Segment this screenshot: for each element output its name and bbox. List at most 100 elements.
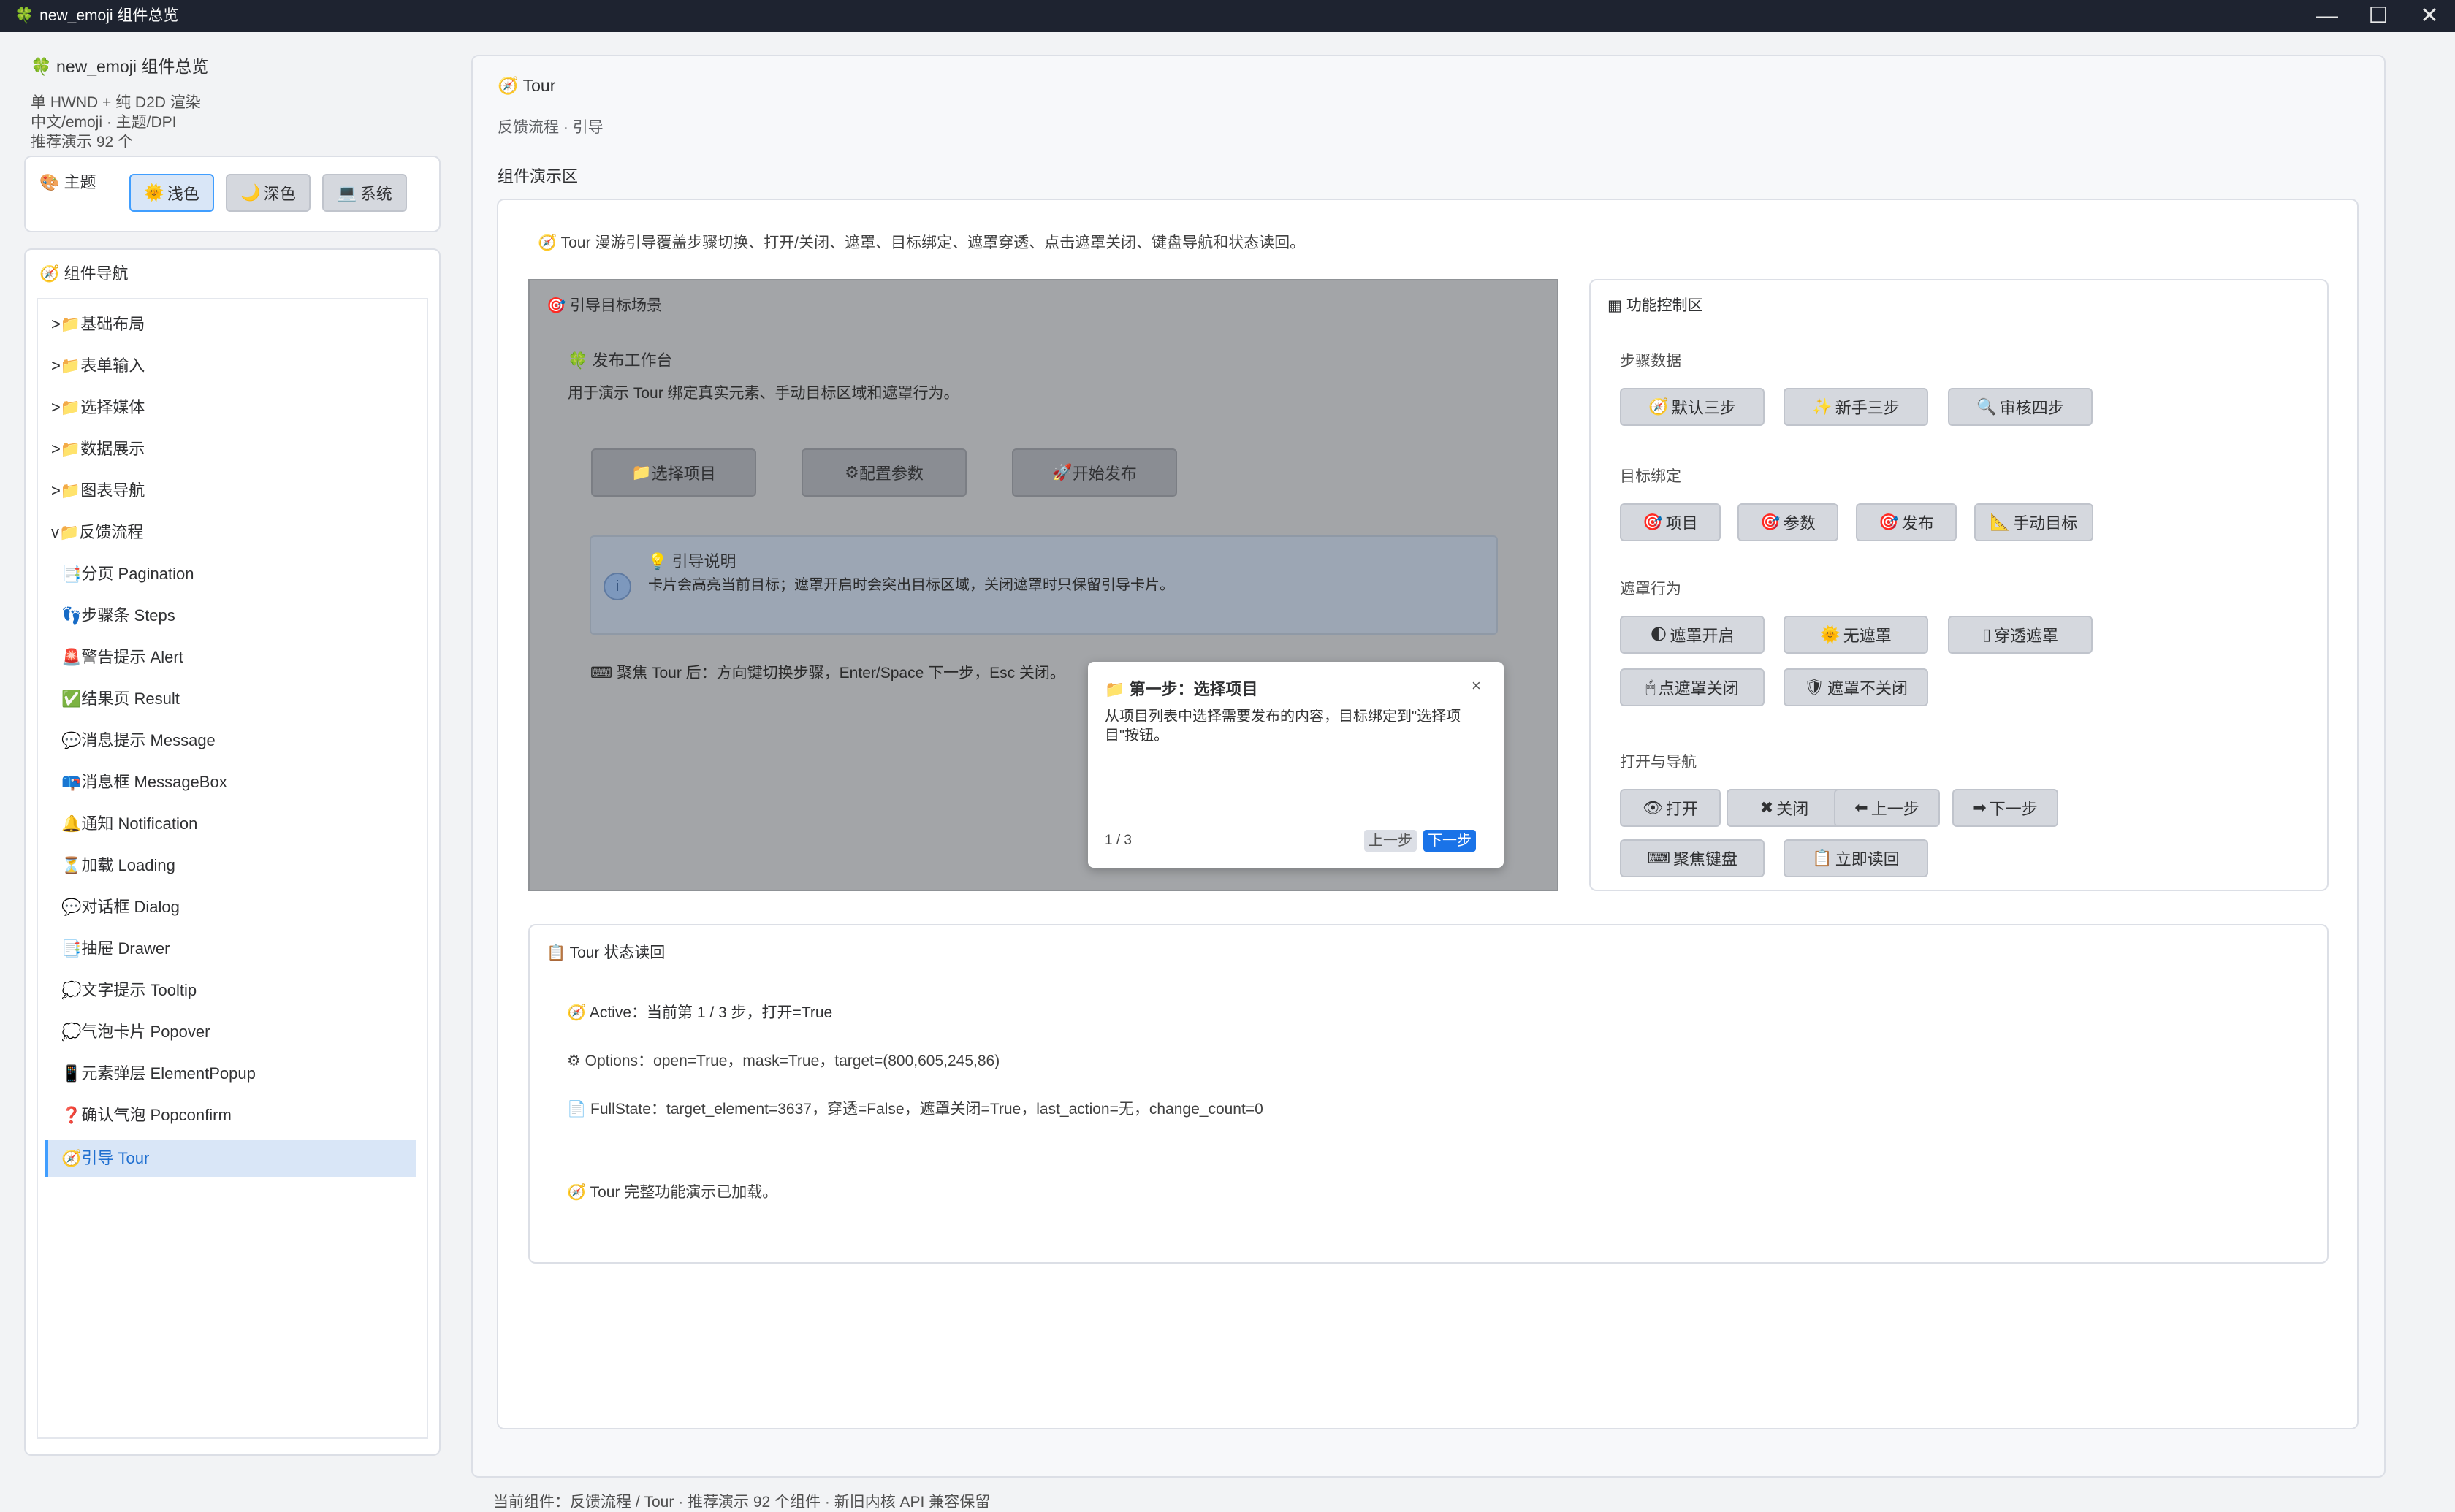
- target-publish-button[interactable]: 🎯 发布: [1856, 503, 1957, 541]
- speech-bubble-icon: 💬: [61, 731, 82, 749]
- app-title: 🍀 new_emoji 组件总览: [31, 53, 208, 77]
- open-tour-button[interactable]: 👁 打开: [1620, 789, 1721, 827]
- manual-target-button[interactable]: 📐 手动目标: [1974, 503, 2093, 541]
- nav-item-label: 消息提示 Message: [81, 731, 216, 749]
- sun-icon: 🌞: [1820, 625, 1841, 644]
- document-icon: 📄: [567, 1101, 587, 1118]
- button-label: 点遮罩关闭: [1658, 679, 1739, 698]
- start-publish-button[interactable]: 🚀 开始发布: [1012, 448, 1177, 497]
- nav-item-label: 元素弹层 ElementPopup: [81, 1064, 256, 1083]
- popover-close-button[interactable]: ×: [1472, 676, 1481, 695]
- button-label: 参数: [1783, 514, 1816, 532]
- close-window-button[interactable]: ✕: [2404, 0, 2455, 32]
- target-params-button[interactable]: 🎯 参数: [1737, 503, 1838, 541]
- footer-status: 当前组件：反馈流程 / Tour · 推荐演示 92 个组件 · 新旧内核 AP…: [493, 1494, 991, 1511]
- nav-group-select-media[interactable]: >📁选择媒体: [51, 389, 145, 426]
- theme-dark-button[interactable]: 🌙 深色: [226, 174, 311, 212]
- rectangle-icon: ▯: [1982, 625, 1992, 644]
- status-fullstate: 📄 FullState：target_element=3637，穿透=False…: [567, 1097, 1263, 1119]
- keyboard-icon: ⌨: [1647, 849, 1670, 867]
- focus-keyboard-button[interactable]: ⌨ 聚焦键盘: [1620, 839, 1765, 877]
- button-label: 发布: [1901, 514, 1934, 532]
- nav-item-elementpopup[interactable]: 📱元素弹层 ElementPopup: [61, 1055, 256, 1092]
- popover-prev-button[interactable]: 上一步: [1364, 830, 1417, 852]
- status-active-text: Active：当前第 1 / 3 步，打开=True: [589, 1004, 833, 1021]
- triangle-ruler-icon: 📐: [1990, 513, 2011, 531]
- arrow-left-icon: ⬅: [1854, 798, 1868, 817]
- clipboard-icon: 📋: [1812, 849, 1832, 867]
- shield-icon: 🛡: [1804, 678, 1824, 696]
- nav-item-drawer[interactable]: 📑抽屉 Drawer: [61, 931, 170, 967]
- click-mask-close-button[interactable]: 🖱 点遮罩关闭: [1620, 668, 1765, 706]
- review-four-steps-button[interactable]: 🔍 审核四步: [1948, 388, 2093, 426]
- nav-group-basic-layout[interactable]: >📁基础布局: [51, 306, 145, 343]
- target-icon: 🎯: [547, 297, 566, 314]
- info-line: 推荐演示 92 个: [31, 134, 134, 150]
- nav-item-notification[interactable]: 🔔通知 Notification: [61, 806, 197, 842]
- palette-icon: 🎨: [39, 173, 60, 191]
- nav-group-chart-nav[interactable]: >📁图表导航: [51, 473, 145, 509]
- folder-icon: 📁: [1105, 680, 1125, 698]
- mask-on-button[interactable]: 🌓 遮罩开启: [1620, 616, 1765, 654]
- no-mask-button[interactable]: 🌞 无遮罩: [1784, 616, 1928, 654]
- nav-item-tooltip[interactable]: 💭文字提示 Tooltip: [61, 972, 197, 1009]
- nav-item-popconfirm[interactable]: ❓确认气泡 Popconfirm: [61, 1097, 232, 1134]
- nav-item-dialog[interactable]: 💬对话框 Dialog: [61, 889, 180, 925]
- status-loaded-text: Tour 完整功能演示已加载。: [590, 1184, 778, 1201]
- nav-item-pagination[interactable]: 📑分页 Pagination: [61, 556, 194, 592]
- nav-group-feedback[interactable]: v📁反馈流程: [51, 514, 143, 551]
- next-step-button[interactable]: ➡ 下一步: [1952, 789, 2058, 827]
- keyboard-hint: ⌨ 聚焦 Tour 后：方向键切换步骤，Enter/Space 下一步，Esc …: [590, 661, 1065, 683]
- keyboard-icon: ⌨: [590, 665, 613, 681]
- novice-three-steps-button[interactable]: ✨ 新手三步: [1784, 388, 1928, 426]
- nav-item-loading[interactable]: ⏳加载 Loading: [61, 847, 175, 884]
- select-project-button[interactable]: 📁 选择项目: [591, 448, 756, 497]
- maximize-button[interactable]: ☐: [2353, 0, 2404, 32]
- eye-icon: 👁: [1643, 798, 1663, 817]
- page-title: 🧭 Tour: [498, 76, 555, 96]
- button-label: 上一步: [1870, 800, 1919, 818]
- target-project-button[interactable]: 🎯 项目: [1620, 503, 1721, 541]
- nav-item-messagebox[interactable]: 📪消息框 MessageBox: [61, 764, 227, 801]
- nav-title: 🧭 组件导航: [39, 261, 129, 284]
- info-icon: i: [604, 573, 631, 600]
- thought-bubble-icon: 💭: [61, 981, 82, 999]
- compass-icon: 🧭: [538, 234, 557, 251]
- nav-item-label: 加载 Loading: [81, 856, 175, 874]
- mask-no-close-button[interactable]: 🛡 遮罩不关闭: [1784, 668, 1928, 706]
- nav-item-alert[interactable]: 🚨警告提示 Alert: [61, 639, 183, 676]
- theme-light-button[interactable]: 🌞 浅色: [129, 174, 214, 212]
- nav-item-label: 通知 Notification: [81, 814, 198, 833]
- default-three-steps-button[interactable]: 🧭 默认三步: [1620, 388, 1765, 426]
- keyboard-hint-text: 聚焦 Tour 后：方向键切换步骤，Enter/Space 下一步，Esc 关闭…: [617, 665, 1065, 681]
- nav-item-steps[interactable]: 👣步骤条 Steps: [61, 597, 175, 634]
- nav-item-message[interactable]: 💬消息提示 Message: [61, 722, 216, 759]
- sun-icon: 🌞: [144, 183, 164, 202]
- target-binding-label: 目标绑定: [1620, 468, 1681, 485]
- popover-next-button[interactable]: 下一步: [1423, 830, 1476, 852]
- target-icon: 🎯: [1760, 513, 1781, 531]
- status-card: [528, 924, 2329, 1264]
- button-label: 无遮罩: [1843, 627, 1892, 645]
- status-options-text: Options：open=True，mask=True，target=(800,…: [585, 1053, 1000, 1069]
- demo-area-label: 组件演示区: [498, 167, 579, 186]
- theme-system-button[interactable]: 💻 系统: [322, 174, 407, 212]
- mailbox-icon: 📪: [61, 773, 82, 791]
- minimize-button[interactable]: —: [2302, 0, 2353, 32]
- prev-step-button[interactable]: ⬅ 上一步: [1834, 789, 1940, 827]
- nav-group-data-display[interactable]: >📁数据展示: [51, 431, 145, 467]
- intro-text-content: Tour 漫游引导覆盖步骤切换、打开/关闭、遮罩、目标绑定、遮罩穿透、点击遮罩关…: [560, 234, 1306, 251]
- nav-item-result[interactable]: ✅结果页 Result: [61, 681, 180, 717]
- button-label: 关闭: [1776, 800, 1809, 818]
- nav-item-label: 步骤条 Steps: [81, 606, 175, 625]
- mask-passthrough-button[interactable]: ▯ 穿透遮罩: [1948, 616, 2093, 654]
- nav-group-form-input[interactable]: >📁表单输入: [51, 348, 145, 384]
- configure-params-button[interactable]: ⚙ 配置参数: [802, 448, 967, 497]
- nav-item-popover[interactable]: 💭气泡卡片 Popover: [61, 1014, 210, 1050]
- read-back-button[interactable]: 📋 立即读回: [1784, 839, 1928, 877]
- nav-item-tour[interactable]: 🧭引导 Tour: [61, 1140, 149, 1177]
- compass-icon: 🧭: [567, 1004, 587, 1021]
- close-tour-button[interactable]: ✖ 关闭: [1727, 789, 1842, 827]
- button-label: 下一步: [1989, 800, 2038, 818]
- status-active: 🧭 Active：当前第 1 / 3 步，打开=True: [567, 1001, 832, 1023]
